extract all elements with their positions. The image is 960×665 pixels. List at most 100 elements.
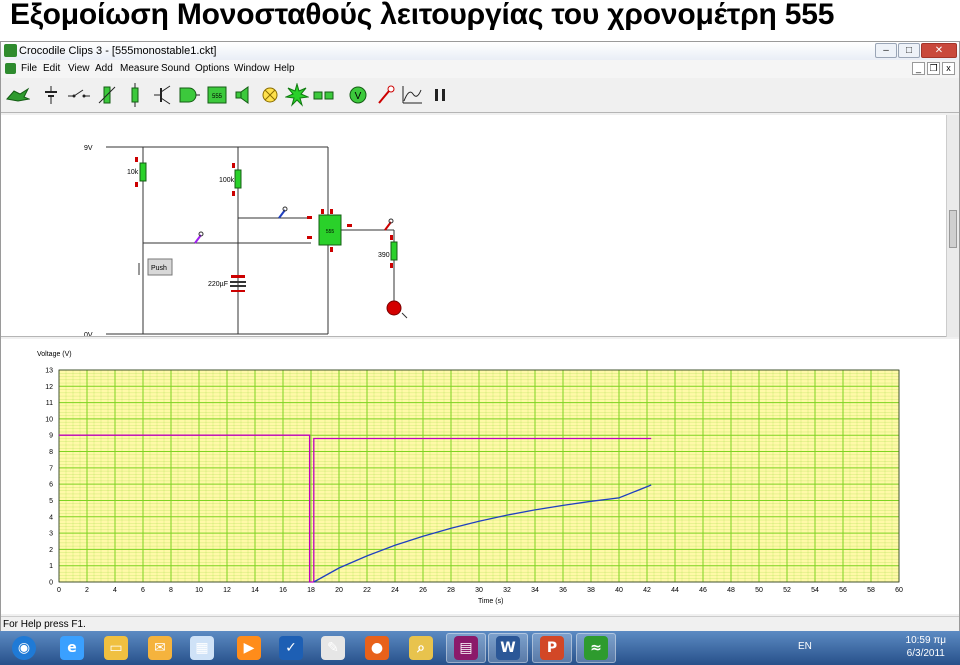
menu-add[interactable]: Add xyxy=(95,63,113,74)
mdi-minimize-button[interactable]: _ xyxy=(912,62,925,75)
graph-icon[interactable] xyxy=(399,82,425,108)
checkmark-app-icon[interactable]: ✓ xyxy=(271,633,311,663)
menu-file[interactable]: File xyxy=(21,63,37,74)
x-tick-label: 0 xyxy=(57,587,61,594)
menu-view[interactable]: View xyxy=(68,63,90,74)
x-tick-label: 54 xyxy=(811,587,819,594)
y-tick-label: 6 xyxy=(49,482,53,489)
x-tick-label: 36 xyxy=(559,587,567,594)
menu-help[interactable]: Help xyxy=(274,63,295,74)
logic-gate-icon[interactable] xyxy=(176,82,202,108)
menu-sound[interactable]: Sound xyxy=(161,63,190,74)
resistor-icon[interactable] xyxy=(122,82,148,108)
winrar-icon[interactable]: ▤ xyxy=(446,633,486,663)
status-bar: For Help press F1. xyxy=(1,616,959,632)
clock-date: 6/3/2011 xyxy=(906,648,945,659)
app-icon xyxy=(4,44,17,57)
probe-marker-2[interactable] xyxy=(278,206,288,219)
start-orb-icon[interactable]: ◉ xyxy=(4,633,44,663)
x-tick-label: 24 xyxy=(391,587,399,594)
media-icon[interactable]: ▶ xyxy=(229,633,269,663)
x-tick-label: 10 xyxy=(195,587,203,594)
push-button[interactable]: Push xyxy=(138,258,173,276)
voltmeter-icon[interactable]: V xyxy=(345,82,371,108)
pause-icon[interactable] xyxy=(427,82,453,108)
menu-bar: File Edit View Add Measure Sound Options… xyxy=(1,60,959,78)
power-supply-icon[interactable] xyxy=(38,82,64,108)
bulb-icon[interactable] xyxy=(284,82,310,108)
x-axis-label: Time (s) xyxy=(478,598,503,605)
x-tick-label: 40 xyxy=(615,587,623,594)
search-app-icon[interactable]: ⌕ xyxy=(401,633,441,663)
y-tick-label: 10 xyxy=(45,416,53,423)
paint-icon[interactable]: ✎ xyxy=(313,633,353,663)
connector-icon[interactable] xyxy=(311,82,337,108)
application-window: Crocodile Clips 3 - [555monostable1.ckt]… xyxy=(0,41,960,632)
x-tick-label: 48 xyxy=(727,587,735,594)
x-tick-label: 2 xyxy=(85,587,89,594)
mdi-close-button[interactable]: x xyxy=(942,62,955,75)
slide-title: Εξομοίωση Μονοσταθούς λειτουργίας του χρ… xyxy=(10,0,835,31)
y-tick-label: 0 xyxy=(49,580,53,587)
speaker-icon[interactable] xyxy=(230,82,256,108)
crocodile-icon[interactable] xyxy=(5,82,31,108)
crocodile-clips-icon[interactable]: ≈ xyxy=(576,633,616,663)
switch-icon[interactable] xyxy=(66,82,92,108)
calculator-icon[interactable]: ▦ xyxy=(182,633,222,663)
menu-measure[interactable]: Measure xyxy=(120,63,159,74)
x-tick-label: 32 xyxy=(503,587,511,594)
word-icon[interactable]: W xyxy=(488,633,528,663)
resistor-390-label: 390 xyxy=(378,252,390,259)
close-button[interactable]: ✕ xyxy=(921,43,957,58)
vertical-scrollbar[interactable] xyxy=(946,115,959,337)
document-icon[interactable] xyxy=(5,63,16,74)
ic-555-icon[interactable]: 555 xyxy=(204,82,230,108)
internet-explorer-icon[interactable]: e xyxy=(52,633,92,663)
menu-edit[interactable]: Edit xyxy=(43,63,60,74)
clock[interactable]: 10:59 πμ 6/3/2011 xyxy=(906,634,946,660)
voltage-time-graph[interactable]: Voltage (V) Time (s) 0 2 4 6 8 10 12 14 16 18 20 22… xyxy=(1,339,959,614)
probe-marker[interactable] xyxy=(194,231,204,244)
minimize-button[interactable]: – xyxy=(875,43,897,58)
y-tick-label: 5 xyxy=(49,498,53,505)
powerpoint-icon[interactable]: P xyxy=(532,633,572,663)
system-tray: EN 10:59 πμ 6/3/2011 xyxy=(780,631,960,665)
menu-window[interactable]: Window xyxy=(234,63,270,74)
scrollbar-thumb[interactable] xyxy=(949,210,957,248)
x-tick-label: 44 xyxy=(671,587,679,594)
svg-text:555: 555 xyxy=(326,229,335,235)
circuit-canvas[interactable]: 9V 0V 10k 100k 220µF Push 555 390 xyxy=(1,115,946,337)
x-tick-label: 6 xyxy=(141,587,145,594)
x-tick-label: 22 xyxy=(363,587,371,594)
x-tick-label: 58 xyxy=(867,587,875,594)
transistor-icon[interactable] xyxy=(150,82,176,108)
clock-time: 10:59 πμ xyxy=(905,635,946,646)
menu-options[interactable]: Options xyxy=(195,63,229,74)
led-icon[interactable] xyxy=(386,300,408,319)
svg-text:V: V xyxy=(355,91,362,102)
x-tick-label: 8 xyxy=(169,587,173,594)
title-bar: Crocodile Clips 3 - [555monostable1.ckt]… xyxy=(1,42,959,60)
x-tick-label: 16 xyxy=(279,587,287,594)
outlook-icon[interactable]: ✉ xyxy=(140,633,180,663)
component-toolbar: 555 V xyxy=(1,79,959,113)
y-tick-label: 13 xyxy=(45,368,53,375)
x-tick-label: 50 xyxy=(755,587,763,594)
window-title: Crocodile Clips 3 - [555monostable1.ckt] xyxy=(19,45,217,57)
x-tick-label: 20 xyxy=(335,587,343,594)
language-indicator[interactable]: EN xyxy=(798,641,812,652)
mdi-restore-button[interactable]: ❐ xyxy=(927,62,940,75)
x-tick-label: 52 xyxy=(783,587,791,594)
y-tick-label: 1 xyxy=(49,563,53,570)
variable-resistor-icon[interactable] xyxy=(94,82,120,108)
x-tick-label: 34 xyxy=(531,587,539,594)
firefox-icon[interactable]: ● xyxy=(357,633,397,663)
x-tick-label: 26 xyxy=(419,587,427,594)
resistor-10k-label: 10k xyxy=(127,169,139,176)
probe-icon[interactable] xyxy=(373,82,399,108)
probe-marker-3[interactable] xyxy=(384,218,394,231)
x-tick-label: 4 xyxy=(113,587,117,594)
file-explorer-icon[interactable]: ▭ xyxy=(96,633,136,663)
maximize-button[interactable]: □ xyxy=(898,43,920,58)
lamp-icon[interactable] xyxy=(257,82,283,108)
